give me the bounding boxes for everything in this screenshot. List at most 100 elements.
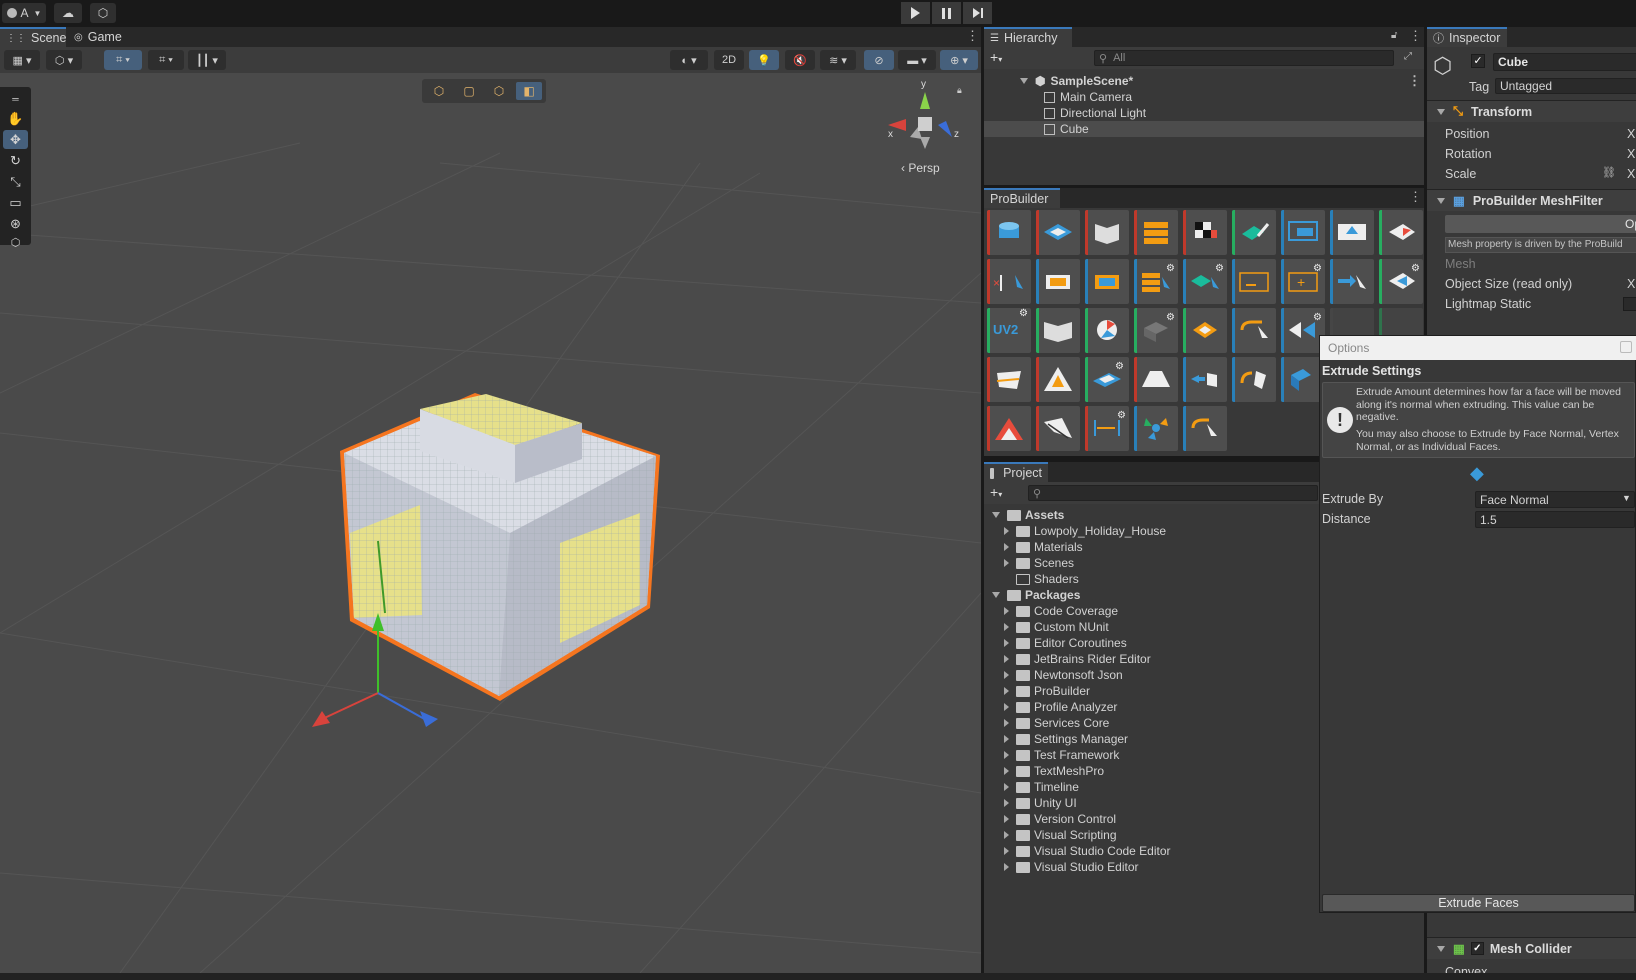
- gizmo-z-cone[interactable]: [938, 121, 952, 137]
- expand-right-icon[interactable]: [1004, 559, 1009, 567]
- package-folder[interactable]: Profile Analyzer: [1004, 699, 1117, 715]
- bevel-button[interactable]: [1330, 210, 1374, 255]
- hierarchy-scene-row[interactable]: ⬢ SampleScene* ⋮: [984, 73, 1424, 89]
- cloud-button[interactable]: ☁: [54, 3, 82, 23]
- package-folder[interactable]: Timeline: [1004, 779, 1079, 795]
- expand-right-icon[interactable]: [1004, 783, 1009, 791]
- center-pivot-button[interactable]: [1379, 210, 1423, 255]
- scale-tool-icon[interactable]: ⤡: [3, 172, 28, 191]
- hierarchy-item-main-camera[interactable]: Main Camera: [984, 89, 1424, 105]
- custom-tool-icon[interactable]: ⬡: [3, 235, 28, 249]
- scale-x-label[interactable]: X: [1627, 165, 1635, 183]
- expand-down-icon[interactable]: [992, 592, 1000, 598]
- material-editor-button[interactable]: [1085, 210, 1129, 255]
- vertex-colors-button[interactable]: [1183, 210, 1227, 255]
- tab-inspector[interactable]: ⓘ Inspector: [1427, 27, 1507, 47]
- draw-mode-dropdown[interactable]: ▦ ▾: [4, 50, 40, 70]
- flip-edge-button[interactable]: [1134, 357, 1178, 402]
- project-assets-root[interactable]: Assets: [992, 507, 1064, 523]
- pause-button[interactable]: [932, 2, 961, 24]
- collapse-vertices-button[interactable]: [1183, 406, 1227, 451]
- package-folder[interactable]: TextMeshPro: [1004, 763, 1104, 779]
- package-folder[interactable]: Visual Studio Editor: [1004, 859, 1139, 875]
- uv-mapping-button[interactable]: [1281, 210, 1325, 255]
- insert-edge-loop-button[interactable]: [987, 406, 1031, 451]
- tab-probuilder[interactable]: ProBuilder: [984, 188, 1060, 208]
- hand-tool-icon[interactable]: ✋: [3, 109, 28, 128]
- rotate-tool-icon[interactable]: ↻: [3, 151, 28, 170]
- subdivide-object-button[interactable]: [1183, 308, 1227, 353]
- vertex-mode-button[interactable]: ▢: [456, 82, 482, 100]
- expand-right-icon[interactable]: [1004, 815, 1009, 823]
- expand-right-icon[interactable]: [1004, 719, 1009, 727]
- expand-right-icon[interactable]: [1004, 543, 1009, 551]
- package-folder[interactable]: Custom NUnit: [1004, 619, 1109, 635]
- increment-snap-dropdown[interactable]: ┃┃ ▾: [188, 50, 226, 70]
- meshfilter-header[interactable]: ▦ ProBuilder MeshFilter: [1427, 189, 1636, 211]
- effects-dropdown[interactable]: ≋ ▾: [820, 50, 856, 70]
- expand-right-icon[interactable]: [1004, 671, 1009, 679]
- visibility-toggle[interactable]: ⊘: [864, 50, 894, 70]
- grid-dropdown[interactable]: ⌗ ▾: [148, 50, 184, 70]
- step-button[interactable]: [963, 2, 992, 24]
- expand-right-icon[interactable]: [1004, 831, 1009, 839]
- link-scale-icon[interactable]: ⛓: [1602, 166, 1616, 179]
- lightmap-static-checkbox[interactable]: [1623, 297, 1636, 311]
- flip-normals-button[interactable]: [1036, 308, 1080, 353]
- conform-normals-button[interactable]: [987, 357, 1031, 402]
- new-poly-shape-button[interactable]: [1036, 210, 1080, 255]
- triangulate-button[interactable]: [1036, 357, 1080, 402]
- render-mode-dropdown[interactable]: ◐ ▾: [670, 50, 708, 70]
- account-dropdown[interactable]: A ▼: [2, 3, 46, 23]
- expand-right-icon[interactable]: [1004, 623, 1009, 631]
- tab-hierarchy[interactable]: ☰ Hierarchy: [984, 27, 1072, 47]
- bridge-edges-button[interactable]: [1036, 406, 1080, 451]
- weld-vertices-button[interactable]: [1134, 406, 1178, 451]
- move-tool-icon[interactable]: ✥: [3, 130, 28, 149]
- project-folder[interactable]: Scenes: [1004, 555, 1074, 571]
- package-folder[interactable]: Newtonsoft Json: [1004, 667, 1123, 683]
- connect-edges-button[interactable]: [1232, 357, 1276, 402]
- expand-right-icon[interactable]: [1004, 751, 1009, 759]
- mesh-collider-checkbox[interactable]: ✓: [1470, 942, 1484, 955]
- camera-dropdown[interactable]: ▬ ▾: [898, 50, 936, 70]
- set-pivot-button[interactable]: [1085, 308, 1129, 353]
- package-folder[interactable]: Version Control: [1004, 811, 1116, 827]
- package-folder[interactable]: Visual Studio Code Editor: [1004, 843, 1171, 859]
- mirror-button[interactable]: ⚙: [1085, 357, 1129, 402]
- create-dropdown[interactable]: +▾: [990, 49, 1002, 65]
- gizmo-neg-y-cone[interactable]: [920, 137, 930, 149]
- expand-right-icon[interactable]: [1004, 655, 1009, 663]
- select-ring-button[interactable]: ⚙: [1379, 259, 1423, 304]
- transform-tool-icon[interactable]: ⊛: [3, 214, 28, 233]
- expand-right-icon[interactable]: [1004, 639, 1009, 647]
- gizmo-center[interactable]: [918, 117, 932, 131]
- scene-viewport[interactable]: ⬡ ▢ ⬡ ◧ y x z 🔒︎ ‹ Persp: [0, 73, 981, 973]
- extrude-edges-button[interactable]: [1232, 308, 1276, 353]
- expand-right-icon[interactable]: [1004, 863, 1009, 871]
- offset-elements-button[interactable]: ⚙: [1085, 406, 1129, 451]
- hierarchy-item-directional-light[interactable]: Directional Light: [984, 105, 1424, 121]
- gizmo-y-cone[interactable]: [920, 92, 930, 109]
- position-x-label[interactable]: X: [1627, 125, 1635, 143]
- package-folder[interactable]: Code Coverage: [1004, 603, 1118, 619]
- expand-right-icon[interactable]: [1004, 703, 1009, 711]
- tab-scene[interactable]: ⋮⋮ Scene: [0, 27, 66, 47]
- package-folder[interactable]: Services Core: [1004, 715, 1109, 731]
- hierarchy-search-input[interactable]: ⚲ All: [1094, 50, 1394, 66]
- probuilder-menu-icon[interactable]: ⋮: [1409, 190, 1422, 203]
- package-folder[interactable]: Unity UI: [1004, 795, 1077, 811]
- expand-right-icon[interactable]: [1004, 527, 1009, 535]
- palette-grip-icon[interactable]: ═: [3, 89, 28, 108]
- delete-faces-button[interactable]: ×: [987, 259, 1031, 304]
- gizmos-dropdown[interactable]: ⊕ ▾: [940, 50, 978, 70]
- project-folder[interactable]: Shaders: [1004, 571, 1079, 587]
- move-handle-x[interactable]: [312, 711, 330, 727]
- distance-input[interactable]: 1.5: [1475, 511, 1635, 528]
- lighting-toggle[interactable]: 💡: [749, 50, 779, 70]
- duplicate-faces-button[interactable]: [1085, 259, 1129, 304]
- open-probuilder-button[interactable]: Op: [1445, 215, 1636, 233]
- scene-visibility-icon[interactable]: ⤢: [1404, 51, 1412, 62]
- expand-right-icon[interactable]: [1004, 767, 1009, 775]
- grid-snap-toggle[interactable]: ⌗ ▾: [104, 50, 142, 70]
